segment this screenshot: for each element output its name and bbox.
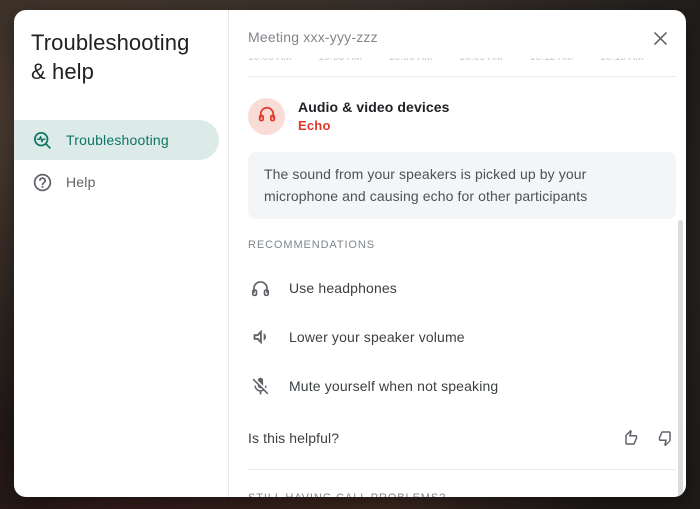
thumbs-down-button[interactable] <box>658 429 676 447</box>
thumbs-up-button[interactable] <box>620 429 638 447</box>
sidebar-item-label: Help <box>66 174 96 190</box>
timeline-ticks: 10:00 AM 10:03 AM 10:06 AM 10:09 AM 10:1… <box>248 58 676 71</box>
feedback-row: Is this helpful? <box>248 429 676 447</box>
issue-titles: Audio & video devices Echo <box>298 98 449 133</box>
dialog-title: Troubleshooting & help <box>14 28 228 86</box>
meeting-video-backdrop: Troubleshooting & help Troubleshooting <box>0 0 700 509</box>
scrollbar[interactable] <box>678 220 683 497</box>
headphones-icon <box>257 104 277 129</box>
timeline-axis <box>248 76 676 77</box>
scroll-content: 10:00 AM 10:03 AM 10:06 AM 10:09 AM 10:1… <box>229 50 686 497</box>
issue-name: Echo <box>298 118 449 133</box>
timeline-tick: 10:00 AM <box>248 58 292 63</box>
sidebar-item-label: Troubleshooting <box>66 132 169 148</box>
sidebar: Troubleshooting & help Troubleshooting <box>14 10 229 497</box>
recommendation-mute-yourself: Mute yourself when not speaking <box>248 374 676 398</box>
troubleshooting-icon <box>31 129 53 151</box>
issue-badge <box>248 98 285 135</box>
panel-header: Meeting xxx-yyy-zzz <box>229 10 686 50</box>
recommendation-use-headphones: Use headphones <box>248 276 676 300</box>
timeline-tick: 10:09 AM <box>459 58 503 63</box>
issue-category: Audio & video devices <box>298 99 449 115</box>
close-button[interactable] <box>649 27 672 50</box>
timeline-tick: 10:12 AM <box>530 58 574 63</box>
sidebar-item-help[interactable]: Help <box>14 162 228 202</box>
volume-down-icon <box>248 325 272 349</box>
feedback-question: Is this helpful? <box>248 430 339 446</box>
call-problems-heading: STILL HAVING CALL PROBLEMS? <box>248 492 676 497</box>
timeline-tick: 10:03 AM <box>318 58 362 63</box>
close-icon <box>651 36 670 51</box>
recommendation-label: Use headphones <box>289 280 397 296</box>
thumbs-up-icon <box>620 435 638 450</box>
recommendation-label: Mute yourself when not speaking <box>289 378 498 394</box>
issue-description: The sound from your speakers is picked u… <box>248 152 676 219</box>
recommendation-lower-volume: Lower your speaker volume <box>248 325 676 349</box>
thumbs-down-icon <box>658 435 676 450</box>
troubleshooting-help-dialog: Troubleshooting & help Troubleshooting <box>14 10 686 497</box>
mic-off-icon <box>248 374 272 398</box>
timeline-tick: 10:06 AM <box>389 58 433 63</box>
help-icon <box>31 171 53 193</box>
footer-section: STILL HAVING CALL PROBLEMS? More trouble… <box>248 492 676 497</box>
timeline-tick: 10:15 AM <box>600 58 644 63</box>
recommendation-label: Lower your speaker volume <box>289 329 465 345</box>
sidebar-item-troubleshooting[interactable]: Troubleshooting <box>14 120 219 160</box>
troubleshooting-panel: Meeting xxx-yyy-zzz 10:00 AM 10:03 <box>229 10 686 497</box>
issue-row-echo[interactable]: Audio & video devices Echo <box>248 98 676 135</box>
recommendations-heading: RECOMMENDATIONS <box>248 239 676 251</box>
section-divider <box>248 469 676 470</box>
headphones-icon <box>248 276 272 300</box>
meeting-title: Meeting xxx-yyy-zzz <box>248 27 378 45</box>
